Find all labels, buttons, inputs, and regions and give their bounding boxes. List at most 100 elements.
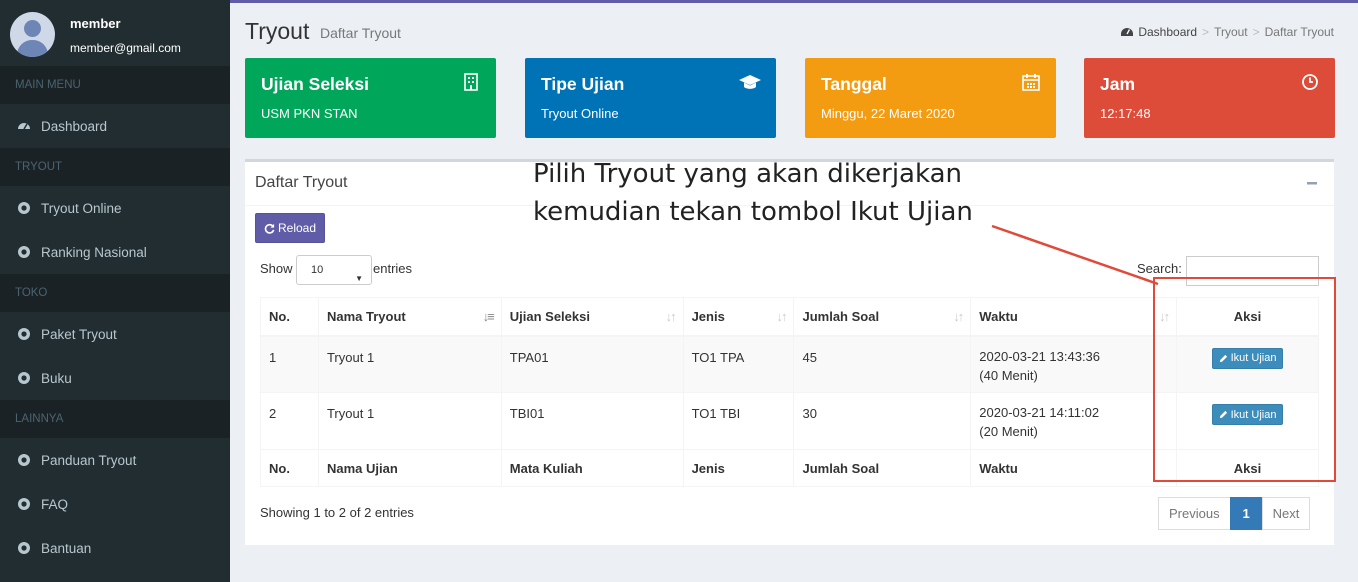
waktu-durasi: (20 Menit) xyxy=(979,424,1038,439)
waktu-datetime: 2020-03-21 13:43:36 xyxy=(979,348,1101,364)
search-label: Search: xyxy=(1137,261,1182,276)
footer-waktu: Waktu xyxy=(970,449,1178,487)
reload-button[interactable]: Reload xyxy=(255,213,325,243)
sort-desc-icon: ↓≡ xyxy=(482,309,495,324)
clock-icon xyxy=(1302,74,1318,90)
cell-no: 1 xyxy=(260,335,319,393)
footer-jenis: Jenis xyxy=(682,449,795,487)
annotation-line-1: Pilih Tryout yang akan dikerjakan xyxy=(533,159,962,189)
column-header-ujian-seleksi[interactable]: Ujian Seleksi ↓↑ xyxy=(500,297,684,337)
annotation-line-2: kemudian tekan tombol Ikut Ujian xyxy=(533,197,973,227)
column-header-jenis[interactable]: Jenis ↓↑ xyxy=(682,297,795,337)
info-box-jam: Jam 12:17:48 xyxy=(1084,58,1335,138)
info-box-value: USM PKN STAN xyxy=(261,106,358,121)
chrome-icon xyxy=(17,201,31,215)
sidebar-item-label: Tryout Online xyxy=(41,200,122,216)
sidebar-item-label: Bantuan xyxy=(41,540,92,556)
info-box-value: 12:17:48 xyxy=(1100,106,1151,121)
info-box-tanggal: Tanggal Minggu, 22 Maret 2020 xyxy=(805,58,1056,138)
minus-icon xyxy=(1307,182,1317,185)
sidebar-item-faq[interactable]: FAQ xyxy=(0,482,230,526)
show-label: Show xyxy=(260,261,293,276)
breadcrumb-separator: > xyxy=(1202,25,1210,39)
chrome-icon xyxy=(17,327,31,341)
sidebar: member member@gmail.com MAIN MENU Dashbo… xyxy=(0,0,230,582)
sidebar-item-dashboard[interactable]: Dashboard xyxy=(0,104,230,148)
user-panel: member member@gmail.com xyxy=(0,0,230,66)
chrome-icon xyxy=(17,497,31,511)
sidebar-item-ranking-nasional[interactable]: Ranking Nasional xyxy=(0,230,230,274)
cell-waktu: 2020-03-21 14:11:02 (20 Menit) xyxy=(970,392,1178,450)
sidebar-item-bantuan[interactable]: Bantuan xyxy=(0,526,230,570)
chrome-icon xyxy=(17,541,31,555)
reload-label: Reload xyxy=(277,221,317,235)
pagination: Previous 1 Next xyxy=(1158,497,1311,530)
sidebar-item-panduan-tryout[interactable]: Panduan Tryout xyxy=(0,438,230,482)
cell-no: 2 xyxy=(260,392,319,450)
page-subtitle: Daftar Tryout xyxy=(320,25,401,41)
chrome-icon xyxy=(17,245,31,259)
info-box-value: Tryout Online xyxy=(541,106,619,121)
page-button[interactable]: 1 xyxy=(1229,497,1263,530)
box-title: Daftar Tryout xyxy=(255,174,348,191)
breadcrumb-dashboard[interactable]: Dashboard xyxy=(1138,25,1197,39)
user-name: member xyxy=(70,16,121,31)
page-title: Tryout xyxy=(245,18,310,44)
cell-waktu: 2020-03-21 13:43:36 (40 Menit) xyxy=(970,335,1178,393)
cell-ujian-seleksi: TBI01 xyxy=(500,392,684,450)
waktu-datetime: 2020-03-21 14:11:02 xyxy=(979,405,1100,420)
waktu-durasi: (40 Menit) xyxy=(979,367,1038,383)
footer-mata-kuliah: Mata Kuliah xyxy=(500,449,684,487)
user-email: member@gmail.com xyxy=(70,41,181,55)
entries-select[interactable]: 10 ▼ xyxy=(296,255,372,285)
avatar xyxy=(10,12,55,57)
dashboard-icon xyxy=(17,119,31,133)
sort-icon: ↓↑ xyxy=(953,309,964,324)
info-box-title: Jam xyxy=(1100,74,1136,94)
column-header-waktu[interactable]: Waktu ↓↑ xyxy=(970,297,1178,337)
entries-label: entries xyxy=(373,261,413,276)
building-icon xyxy=(464,73,478,91)
info-box-tipe-ujian: Tipe Ujian Tryout Online xyxy=(525,58,776,138)
collapse-button[interactable] xyxy=(1306,171,1320,191)
info-box-title: Tipe Ujian xyxy=(541,74,625,94)
previous-button[interactable]: Previous xyxy=(1158,497,1231,530)
refresh-icon xyxy=(264,223,275,234)
info-box-title: Tanggal xyxy=(821,74,887,94)
sidebar-item-label: Panduan Tryout xyxy=(41,452,137,468)
info-box-title: Ujian Seleksi xyxy=(261,74,369,94)
column-header-nama-tryout[interactable]: Nama Tryout ↓≡ xyxy=(317,297,502,337)
sidebar-item-tryout-online[interactable]: Tryout Online xyxy=(0,186,230,230)
cell-jenis: TO1 TPA xyxy=(682,335,795,393)
sidebar-item-paket-tryout[interactable]: Paket Tryout xyxy=(0,312,230,356)
column-header-no[interactable]: No. xyxy=(260,297,319,337)
breadcrumb-separator: > xyxy=(1252,25,1260,39)
graduation-cap-icon xyxy=(739,75,761,89)
annotation-highlight-box xyxy=(1153,277,1336,482)
info-box-value: Minggu, 22 Maret 2020 xyxy=(821,106,955,121)
breadcrumb-tryout[interactable]: Tryout xyxy=(1214,25,1248,39)
sort-icon: ↓↑ xyxy=(776,309,787,324)
cell-jumlah-soal: 45 xyxy=(793,335,972,393)
chrome-icon xyxy=(17,371,31,385)
sidebar-item-label: Ranking Nasional xyxy=(41,244,147,260)
menu-header-toko: TOKO xyxy=(0,274,230,312)
dashboard-icon xyxy=(1121,25,1134,39)
menu-header-tryout: TRYOUT xyxy=(0,148,230,186)
column-header-jumlah-soal[interactable]: Jumlah Soal ↓↑ xyxy=(793,297,972,337)
sidebar-item-label: Buku xyxy=(41,370,72,386)
cell-jumlah-soal: 30 xyxy=(793,392,972,450)
entries-select-value: 10 xyxy=(311,264,324,276)
sort-icon: ↓↑ xyxy=(665,309,677,324)
sidebar-item-label: Dashboard xyxy=(41,118,108,134)
next-button[interactable]: Next xyxy=(1261,497,1311,530)
sidebar-item-label: Paket Tryout xyxy=(41,326,117,342)
calendar-icon xyxy=(1022,74,1040,91)
caret-down-icon: ▼ xyxy=(355,274,363,283)
breadcrumb: Dashboard > Tryout > Daftar Tryout xyxy=(1121,25,1334,39)
cell-ujian-seleksi: TPA01 xyxy=(500,335,684,393)
footer-no: No. xyxy=(260,449,319,487)
sidebar-item-buku[interactable]: Buku xyxy=(0,356,230,400)
chrome-icon xyxy=(17,453,31,467)
tutorial-annotation: Pilih Tryout yang akan dikerjakan kemudi… xyxy=(533,155,973,231)
